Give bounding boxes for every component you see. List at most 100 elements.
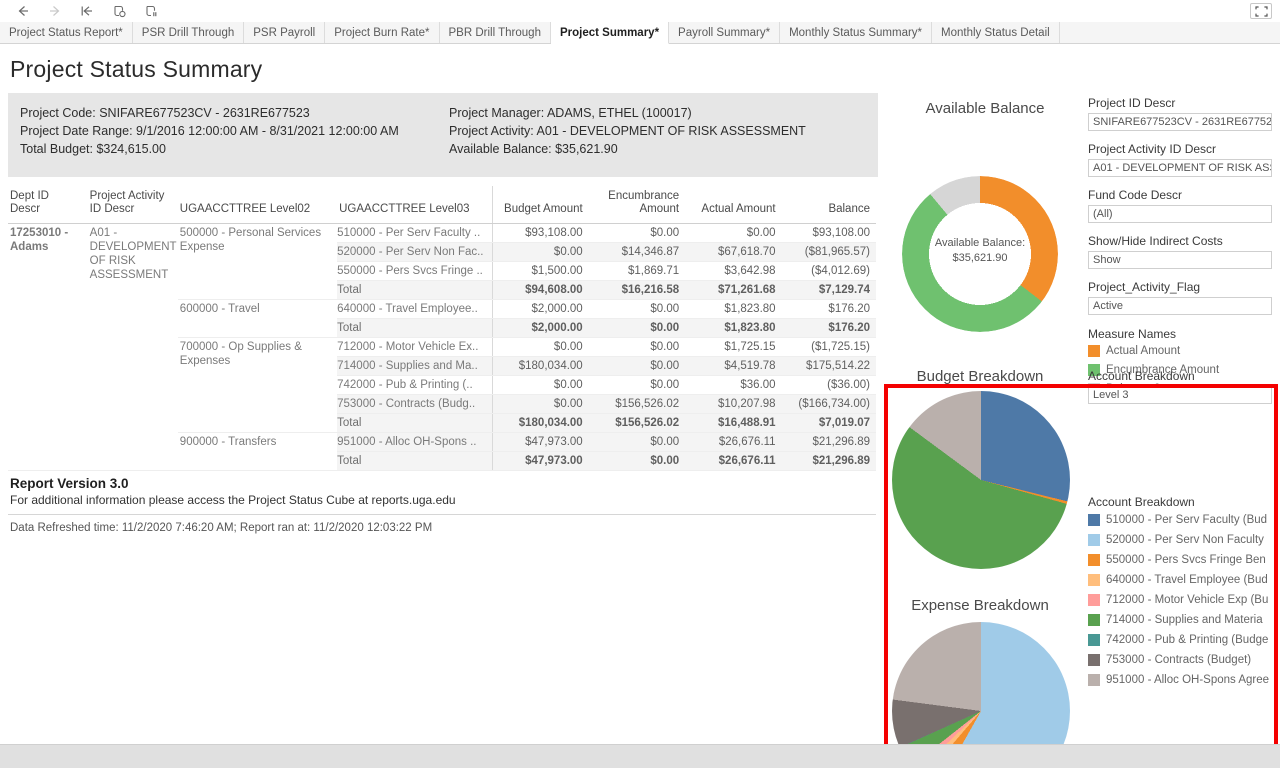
legend-swatch (1088, 345, 1100, 357)
column-header[interactable]: UGAACCTTREE Level02 (177, 186, 338, 224)
legend-swatch (1088, 674, 1100, 686)
tab-monthly-status-detail[interactable]: Monthly Status Detail (932, 22, 1060, 43)
project-info-right: Project Manager: ADAMS, ETHEL (100017) Pr… (449, 104, 806, 158)
cell-balance: ($1,725.15) (781, 337, 876, 357)
account-legend-item[interactable]: 712000 - Motor Vehicle Exp (Bu (1088, 594, 1268, 606)
column-header[interactable]: Balance (781, 186, 876, 224)
account-legend-item[interactable]: 550000 - Pers Svcs Fringe Ben (1088, 554, 1266, 566)
column-header[interactable]: Actual Amount (685, 186, 782, 224)
cell-ugaaccttree-level02: 700000 - Op Supplies & Expenses (177, 337, 338, 433)
status-bar (0, 744, 1280, 768)
cell-actual-amount: $16,488.91 (685, 413, 782, 433)
tab-label: Payroll Summary* (678, 26, 771, 39)
cell-ugaaccttree-level03: Total (337, 451, 493, 471)
tab-payroll-summary[interactable]: Payroll Summary* (669, 22, 781, 43)
filter-label: Project ID Descr (1088, 96, 1176, 110)
filter-label: Project_Activity_Flag (1088, 280, 1201, 294)
cell-encumbrance-amount: $0.00 (588, 451, 686, 471)
legend-label: Actual Amount (1106, 345, 1181, 357)
measure-legend-item[interactable]: Actual Amount (1088, 345, 1180, 357)
legend-label: 951000 - Alloc OH-Spons Agree (1106, 674, 1270, 686)
legend-label: 742000 - Pub & Printing (Budge (1106, 634, 1269, 646)
cell-encumbrance-amount: $0.00 (588, 375, 686, 395)
account-legend-item[interactable]: 714000 - Supplies and Materia (1088, 614, 1263, 626)
column-header[interactable]: UGAACCTTREE Level03 (337, 186, 493, 224)
budget-breakdown-chart-title: Budget Breakdown (916, 368, 1044, 385)
tab-label: Monthly Status Detail (941, 26, 1050, 39)
cell-encumbrance-amount: $0.00 (588, 299, 686, 319)
column-header[interactable]: Encumbrance Amount (588, 186, 686, 224)
filter-dropdown[interactable]: Active (1088, 297, 1272, 315)
available-balance-donut-chart[interactable]: Available Balance: $35,621.90 (902, 176, 1058, 332)
cell-encumbrance-amount: $156,526.02 (588, 394, 686, 414)
legend-label: 640000 - Travel Employee (Bud (1106, 574, 1268, 586)
tab-project-burn-rate[interactable]: Project Burn Rate* (325, 22, 440, 43)
cell-budget-amount: $47,973.00 (491, 451, 589, 471)
legend-swatch (1088, 514, 1100, 526)
account-breakdown-dropdown[interactable]: Level 3 (1088, 386, 1272, 404)
cell-encumbrance-amount: $0.00 (588, 318, 686, 338)
tab-psr-drill-through[interactable]: PSR Drill Through (132, 22, 245, 43)
tab-monthly-status-summary[interactable]: Monthly Status Summary* (780, 22, 933, 43)
account-breakdown-legend-title: Account Breakdown (1088, 495, 1195, 509)
cell-ugaaccttree-level03: 712000 - Motor Vehicle Ex.. (337, 337, 493, 357)
cell-ugaaccttree-level03: 510000 - Per Serv Faculty .. (337, 223, 493, 243)
cell-dept-id-descr: 17253010 - Adams (8, 223, 88, 471)
cell-encumbrance-amount: $16,216.58 (588, 280, 686, 300)
cell-ugaaccttree-level03: Total (337, 318, 493, 338)
table: Dept ID Descr Project Activity ID Descr UG… (8, 186, 876, 471)
account-legend-item[interactable]: 951000 - Alloc OH-Spons Agree (1088, 674, 1269, 686)
account-legend-item[interactable]: 640000 - Travel Employee (Bud (1088, 574, 1268, 586)
cell-ugaaccttree-level02: 500000 - Personal Services Expense (177, 223, 338, 300)
report-refresh-line: Data Refreshed time: 11/2/2020 7:46:20 A… (10, 522, 433, 534)
tab-psr-payroll[interactable]: PSR Payroll (244, 22, 326, 43)
column-header[interactable]: Budget Amount (491, 186, 589, 224)
cell-budget-amount: $2,000.00 (491, 299, 589, 319)
report-info-line: For additional information please access… (10, 493, 456, 507)
tab-pbr-drill-through[interactable]: PBR Drill Through (439, 22, 551, 43)
expense-breakdown-pie-chart[interactable] (892, 622, 1070, 744)
cell-ugaaccttree-level03: 550000 - Pers Svcs Fringe .. (337, 261, 493, 281)
filter-dropdown[interactable]: Show (1088, 251, 1272, 269)
filter-dropdown[interactable]: (All) (1088, 205, 1272, 223)
cell-balance: $21,296.89 (781, 451, 876, 471)
pause-auto-updates-icon[interactable] (136, 1, 166, 21)
back-icon[interactable] (8, 1, 38, 21)
cell-actual-amount: $36.00 (685, 375, 782, 395)
revert-all-icon[interactable] (72, 1, 102, 21)
cell-ugaaccttree-level02: 600000 - Travel (177, 299, 338, 338)
tab-label: PBR Drill Through (448, 26, 541, 39)
column-header[interactable]: Project Activity ID Descr (87, 186, 178, 224)
cell-encumbrance-amount: $0.00 (588, 223, 686, 243)
account-legend-item[interactable]: 753000 - Contracts (Budget) (1088, 654, 1251, 666)
legend-label: 520000 - Per Serv Non Faculty (1106, 534, 1264, 546)
tab-project-summary[interactable]: Project Summary* (550, 22, 670, 44)
cell-balance: $93,108.00 (781, 223, 876, 243)
table-row[interactable]: 17253010 - Adams A01 - DEVELOPMENT OF RIS… (8, 223, 876, 471)
table-body: 17253010 - Adams A01 - DEVELOPMENT OF RIS… (8, 223, 876, 471)
refresh-data-icon[interactable] (104, 1, 134, 21)
filter-dropdown[interactable]: A01 - DEVELOPMENT OF RISK ASSESS (1088, 159, 1272, 177)
tab-label: Project Summary* (559, 26, 660, 39)
project-detail-table: Dept ID Descr Project Activity ID Descr UG… (8, 186, 876, 516)
legend-swatch (1088, 574, 1100, 586)
table-header: Dept ID Descr Project Activity ID Descr UG… (8, 186, 876, 224)
cell-encumbrance-amount: $0.00 (588, 432, 686, 452)
cell-actual-amount: $71,261.68 (685, 280, 782, 300)
available-balance-chart-title: Available Balance (925, 100, 1045, 117)
project-info-line-3: Total Budget: $324,615.00 (20, 142, 166, 156)
filter-label: Project Activity ID Descr (1088, 142, 1217, 156)
account-legend-item[interactable]: 742000 - Pub & Printing (Budge (1088, 634, 1268, 646)
column-header[interactable]: Dept ID Descr (8, 186, 88, 224)
legend-swatch (1088, 654, 1100, 666)
forward-icon[interactable] (40, 1, 70, 21)
cell-actual-amount: $1,725.15 (685, 337, 782, 357)
legend-label: 550000 - Pers Svcs Fringe Ben (1106, 554, 1266, 566)
donut-center-label-line2: $35,621.90 (952, 252, 1008, 264)
filter-dropdown[interactable]: SNIFARE677523CV - 2631RE677523 (1088, 113, 1272, 131)
account-legend-item[interactable]: 510000 - Per Serv Faculty (Bud (1088, 514, 1267, 526)
presentation-mode-icon[interactable] (1250, 3, 1272, 19)
budget-breakdown-pie-chart[interactable] (892, 391, 1070, 569)
tab-project-status-report[interactable]: Project Status Report* (0, 22, 133, 43)
account-legend-item[interactable]: 520000 - Per Serv Non Faculty (1088, 534, 1264, 546)
